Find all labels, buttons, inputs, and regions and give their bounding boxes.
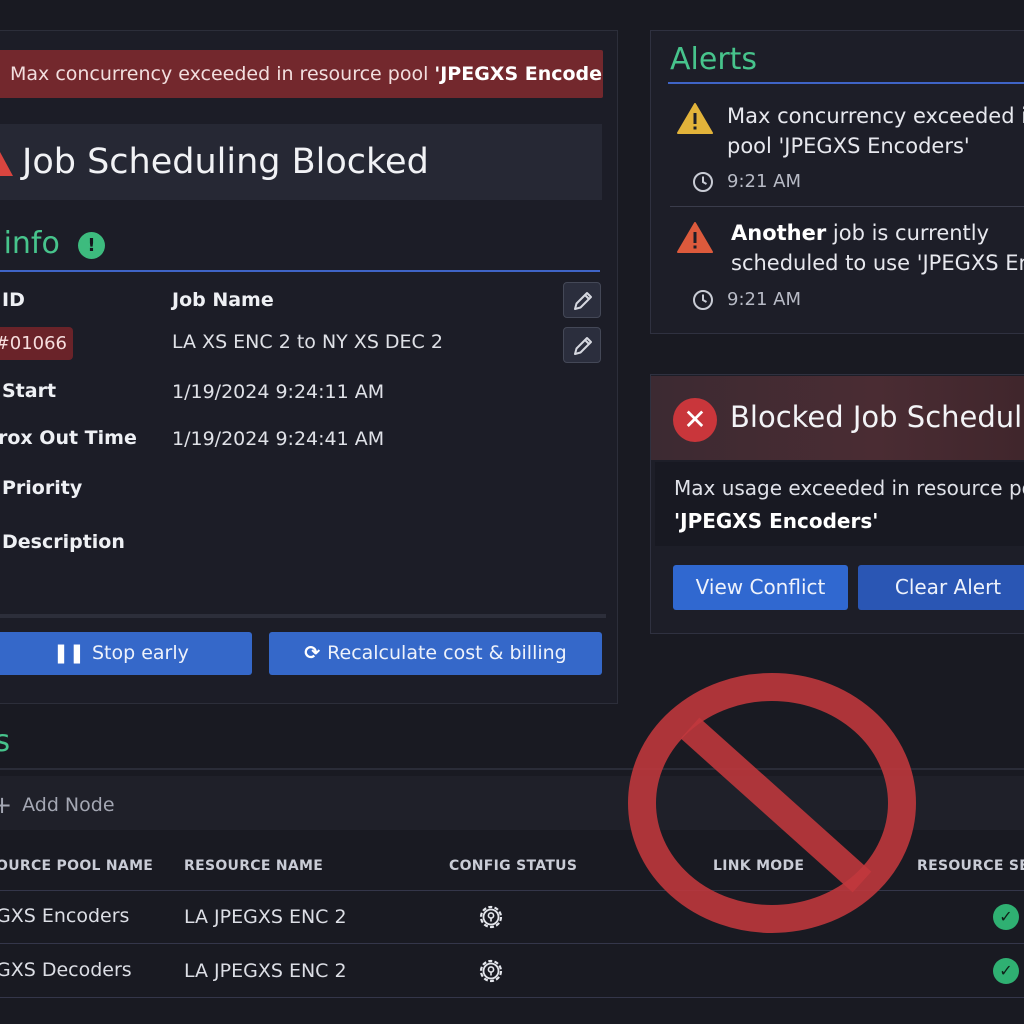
divider	[670, 206, 1024, 207]
stop-early-label: Stop early	[91, 642, 189, 664]
table-cell-resource-name: LA JPEGXS ENC 2	[184, 960, 347, 982]
warning-icon	[0, 152, 13, 176]
view-conflict-button[interactable]: View Conflict	[673, 565, 848, 610]
alert-time: 9:21 AM	[727, 289, 801, 310]
row-divider	[0, 890, 1024, 891]
panel-divider	[0, 614, 606, 618]
app-screen: Max concurrency exceeded in resource poo…	[0, 0, 1024, 1024]
job-name-value: LA XS ENC 2 to NY XS DEC 2	[172, 331, 443, 353]
recalculate-label: Recalculate cost & billing	[327, 642, 567, 664]
error-banner-pool: 'JPEGXS Encoders'	[434, 63, 603, 85]
nodes-toolbar	[0, 776, 1024, 830]
table-cell-resource-name: LA JPEGXS ENC 2	[184, 906, 347, 928]
description-label: Description	[2, 531, 125, 553]
plus-icon: +	[0, 791, 13, 819]
job-name-label: Job Name	[172, 289, 274, 311]
alert-message[interactable]: Max concurrency exceeded in pool 'JPEGXS…	[727, 101, 1024, 161]
page-title: Job Scheduling Blocked	[22, 142, 429, 182]
row-divider	[0, 997, 1024, 998]
config-gear-icon[interactable]	[476, 902, 506, 932]
add-node-label: Add Node	[22, 794, 115, 816]
alert-time: 9:21 AM	[727, 171, 801, 192]
edit-button[interactable]	[563, 282, 601, 318]
id-label: ID	[2, 289, 25, 311]
error-x-icon: ✕	[673, 398, 717, 442]
error-banner-text: Max concurrency exceeded in resource poo…	[10, 63, 435, 85]
start-label: Start	[2, 380, 57, 402]
divider	[0, 270, 600, 272]
warning-icon	[677, 103, 713, 134]
divider	[0, 768, 1024, 770]
error-banner: Max concurrency exceeded in resource poo…	[0, 50, 603, 98]
start-value: 1/19/2024 9:24:11 AM	[172, 381, 385, 403]
column-header-resource-name[interactable]: RESOURCE NAME	[184, 858, 323, 874]
nodes-heading: des	[0, 724, 11, 759]
pencil-icon	[574, 292, 592, 310]
pencil-icon	[574, 337, 592, 355]
warning-icon	[677, 222, 713, 253]
priority-label: Priority	[2, 477, 83, 499]
table-cell-pool-name: GXS Decoders	[0, 959, 132, 981]
row-divider	[0, 943, 1024, 944]
edit-job-name-button[interactable]	[563, 327, 601, 363]
column-header-resource-pool-name[interactable]: OURCE POOL NAME	[0, 858, 153, 874]
refresh-icon: ⟳	[304, 642, 321, 664]
column-header-config-status[interactable]: CONFIG STATUS	[449, 858, 577, 874]
clock-icon	[693, 290, 713, 310]
approx-out-time-value: 1/19/2024 9:24:41 AM	[172, 428, 385, 450]
clock-icon	[693, 172, 713, 192]
stop-early-button[interactable]: ❚❚ Stop early	[0, 632, 252, 675]
job-id-badge: #01066	[0, 327, 73, 360]
add-node-button[interactable]: + Add Node	[0, 791, 115, 819]
alerts-title: Alerts	[670, 42, 758, 77]
blocked-card-title: Blocked Job Schedulin	[730, 400, 1024, 434]
check-icon[interactable]: ✓	[993, 904, 1019, 930]
pause-icon: ❚❚	[53, 642, 85, 664]
approx-out-time-label: rox Out Time	[0, 427, 137, 449]
column-header-resource-select[interactable]: RESOURCE SELE	[917, 858, 1024, 874]
alert-message[interactable]: Another job is currently scheduled to us…	[731, 218, 1024, 278]
divider	[668, 82, 1024, 84]
check-icon[interactable]: ✓	[993, 958, 1019, 984]
table-cell-pool-name: GXS Encoders	[0, 905, 130, 927]
blocked-card-message: Max usage exceeded in resource poo 'JPEG…	[674, 476, 1024, 533]
clear-alert-button[interactable]: Clear Alert	[858, 565, 1024, 610]
config-gear-icon[interactable]	[476, 956, 506, 986]
column-header-link-mode[interactable]: LINK MODE	[713, 858, 804, 874]
info-icon[interactable]: !	[78, 232, 105, 259]
recalculate-button[interactable]: ⟳ Recalculate cost & billing	[269, 632, 602, 675]
